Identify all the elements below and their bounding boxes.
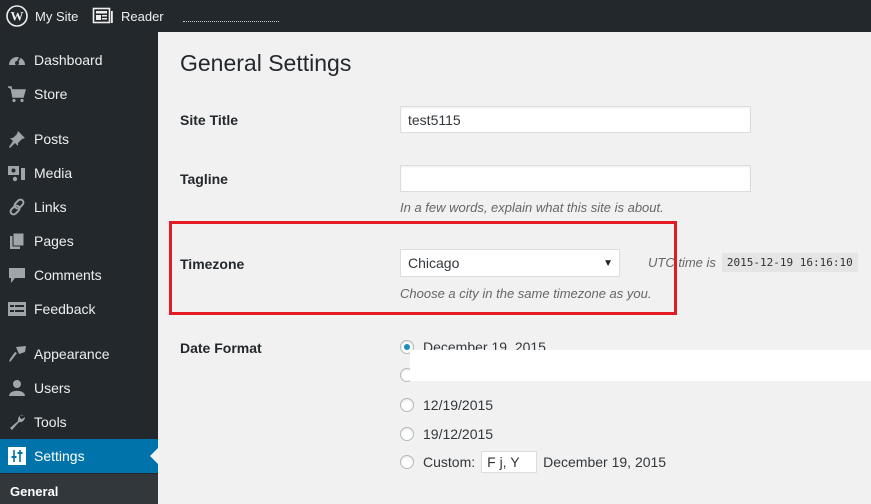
admin-sidebar: Dashboard Store Posts Media Links Pages … <box>0 32 158 504</box>
sidebar-item-pages[interactable]: Pages <box>0 224 158 258</box>
utc-time: UTC time is 2015-12-19 16:16:10 <box>648 253 858 272</box>
date-format-label: Date Format <box>180 340 262 356</box>
sidebar-item-posts[interactable]: Posts <box>0 122 158 156</box>
sidebar-item-users[interactable]: Users <box>0 371 158 405</box>
option-label: Custom: <box>423 454 476 470</box>
sidebar-item-label: Comments <box>34 267 102 283</box>
radio-button[interactable] <box>400 398 414 412</box>
cart-icon <box>7 84 27 104</box>
custom-date-preview: December 19, 2015 <box>543 454 667 470</box>
sidebar-item-label: Links <box>34 199 67 215</box>
pages-icon <box>7 231 27 251</box>
radio-button[interactable] <box>400 455 414 469</box>
settings-submenu: General <box>0 474 158 504</box>
my-site-link[interactable]: W My Site <box>6 0 78 32</box>
sidebar-item-appearance[interactable]: Appearance <box>0 337 158 371</box>
topbar-placeholder <box>183 21 279 22</box>
feedback-icon <box>7 299 27 319</box>
date-format-option[interactable]: 12/19/2015 <box>400 397 493 413</box>
radio-button[interactable] <box>400 427 414 441</box>
sidebar-item-label: Feedback <box>34 301 96 317</box>
utc-time-value: 2015-12-19 16:16:10 <box>721 253 858 272</box>
media-icon <box>7 163 27 183</box>
sidebar-item-feedback[interactable]: Feedback <box>0 292 158 326</box>
site-title-input[interactable]: test5115 <box>400 106 751 133</box>
sidebar-item-label: Tools <box>34 414 67 430</box>
reader-link[interactable]: Reader <box>92 0 164 32</box>
highlight-box <box>169 221 677 315</box>
sidebar-item-tools[interactable]: Tools <box>0 405 158 439</box>
wrench-icon <box>7 412 27 432</box>
comment-icon <box>7 265 27 285</box>
site-title-label: Site Title <box>180 112 239 128</box>
sidebar-item-links[interactable]: Links <box>0 190 158 224</box>
sidebar-item-label: Dashboard <box>34 52 103 68</box>
pin-icon <box>7 129 27 149</box>
tagline-label: Tagline <box>180 171 228 187</box>
sidebar-item-label: Pages <box>34 233 74 249</box>
sidebar-item-dashboard[interactable]: Dashboard <box>0 43 158 77</box>
sidebar-item-label: Media <box>34 165 73 181</box>
user-icon <box>7 378 27 398</box>
paintbrush-icon <box>7 344 27 364</box>
option-label: 12/19/2015 <box>423 397 494 413</box>
option-label: 19/12/2015 <box>423 426 494 442</box>
admin-bar: W My Site Reader <box>0 0 871 32</box>
tagline-description: In a few words, explain what this site i… <box>400 200 664 215</box>
submenu-item-general[interactable]: General <box>10 484 58 499</box>
reader-icon <box>92 7 114 25</box>
sidebar-item-media[interactable]: Media <box>0 156 158 190</box>
svg-text:W: W <box>11 9 24 24</box>
my-site-label: My Site <box>35 8 79 24</box>
sidebar-item-comments[interactable]: Comments <box>0 258 158 292</box>
tagline-input[interactable] <box>400 165 751 192</box>
date-format-option[interactable]: 19/12/2015 <box>400 426 493 442</box>
settings-icon <box>7 446 27 466</box>
date-format-option-custom[interactable]: Custom: F j, Y December 19, 2015 <box>400 451 666 473</box>
dashboard-icon <box>7 50 27 70</box>
custom-date-format-input[interactable]: F j, Y <box>481 451 538 473</box>
link-icon <box>7 197 27 217</box>
reader-label: Reader <box>121 8 164 24</box>
sidebar-item-settings[interactable]: Settings <box>0 439 158 473</box>
sidebar-item-store[interactable]: Store <box>0 77 158 111</box>
page-title: General Settings <box>180 50 352 76</box>
sidebar-item-label: Store <box>34 86 68 102</box>
sidebar-item-label: Users <box>34 380 71 396</box>
sidebar-item-label: Appearance <box>34 346 110 362</box>
sidebar-item-label: Settings <box>34 448 85 464</box>
sidebar-item-label: Posts <box>34 131 70 147</box>
wordpress-logo-icon: W <box>6 5 28 27</box>
redacted-overlay <box>410 350 871 381</box>
